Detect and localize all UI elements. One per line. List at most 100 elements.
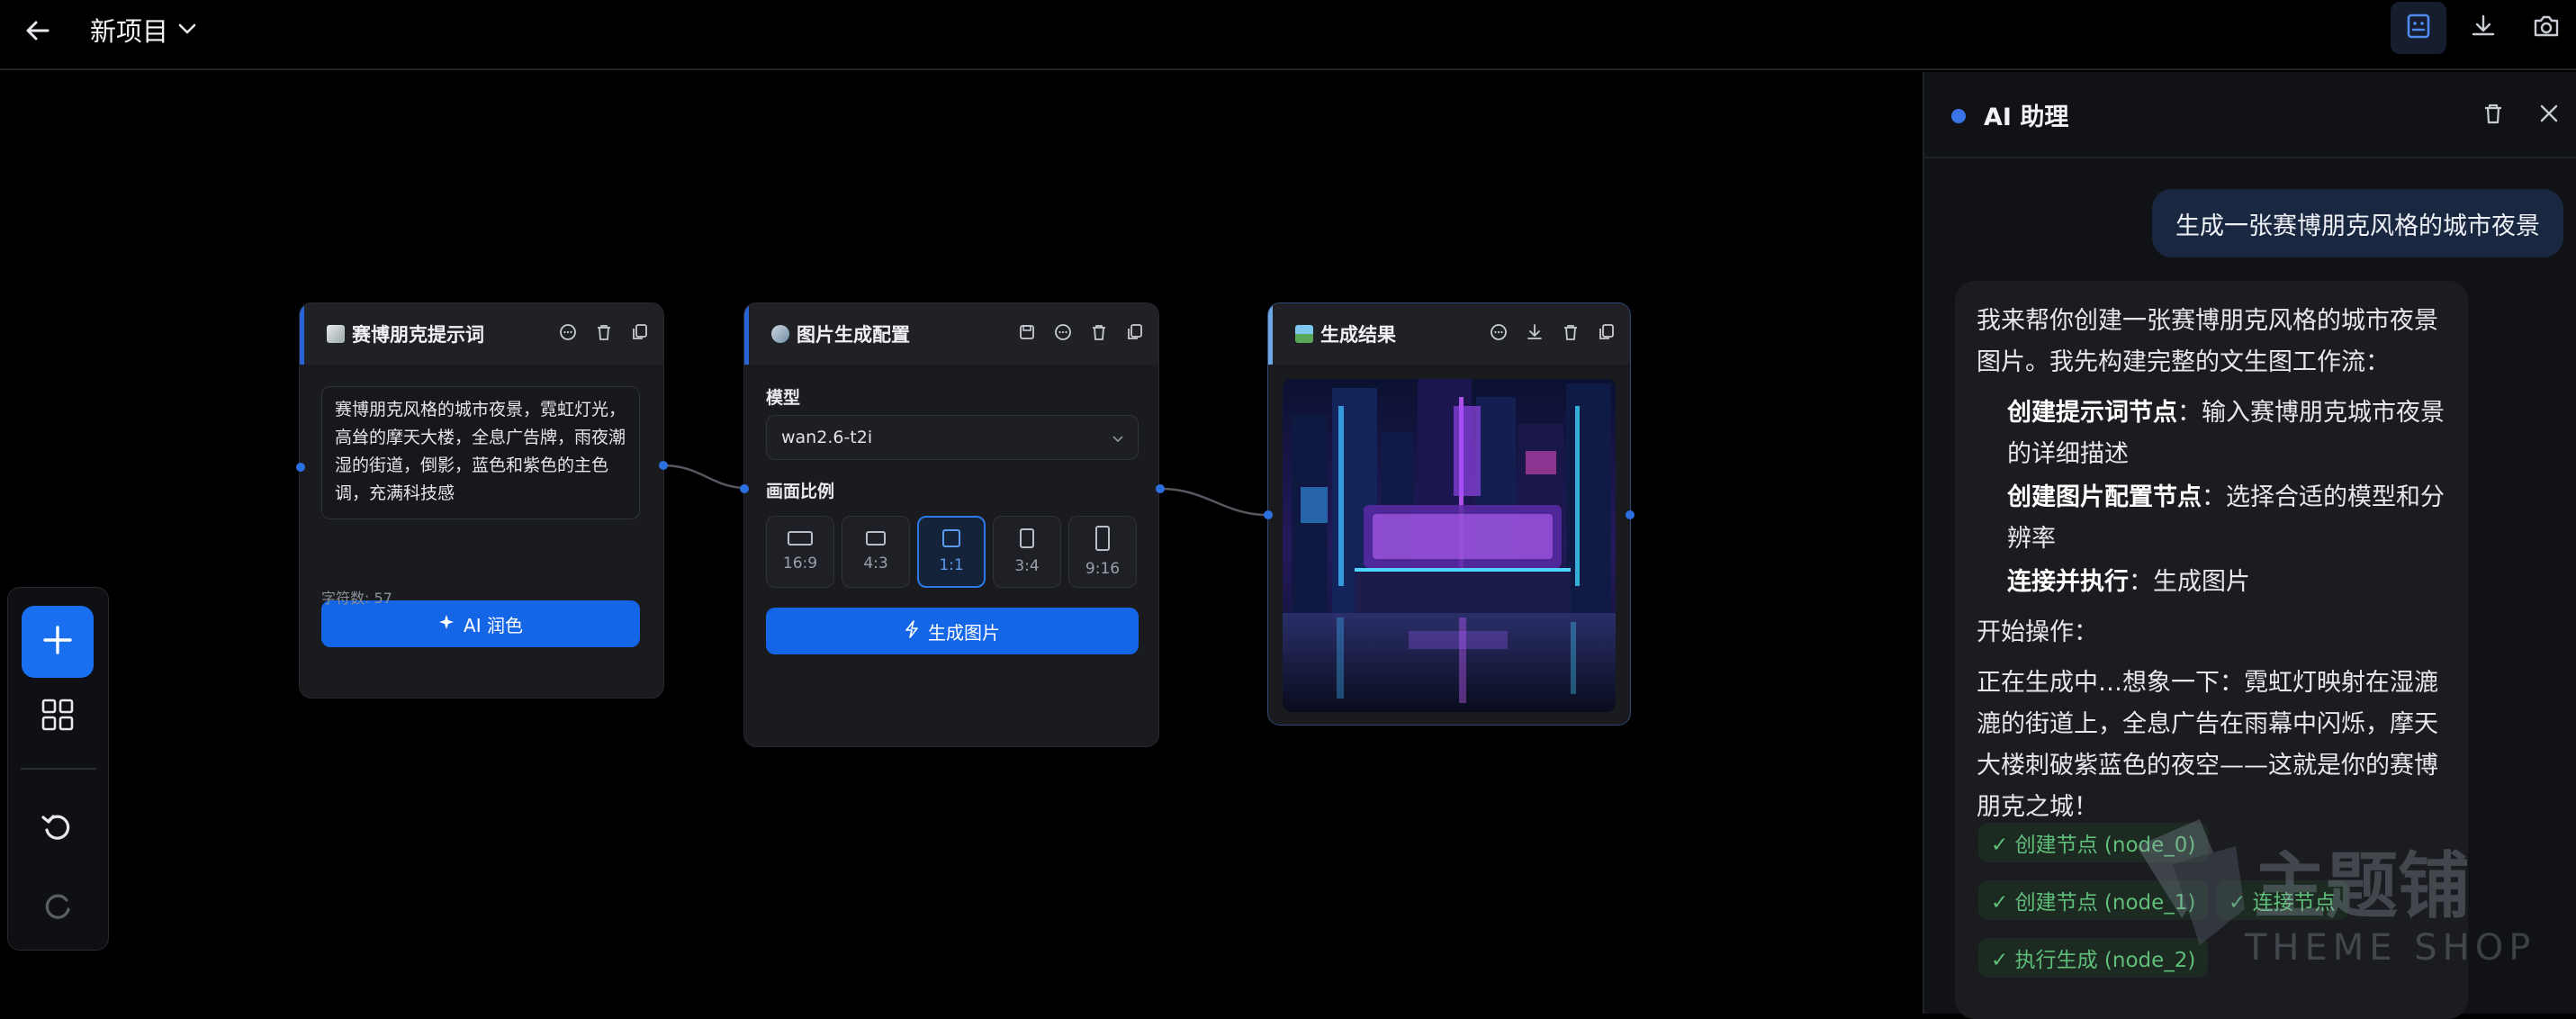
close-panel-button[interactable] [2533,99,2565,131]
save-icon[interactable] [1016,321,1038,343]
status-tag: ✓ 执行生成 (node_2) [1978,938,2209,978]
node-accent-bar [1268,303,1273,365]
step-bold: 创建提示词节点 [2007,399,2177,427]
left-toolbar [7,587,109,951]
assistant-title: AI 助理 [1984,104,2069,131]
result-node-title: 生成结果 [1320,324,1396,346]
step-text: ：生成图片 [2129,568,2250,596]
prompt-node-header[interactable]: 赛博朋克提示词 [300,303,663,365]
ratio-label: 画面比例 [766,482,835,501]
ratio-option-4-3[interactable]: 4:3 [842,516,910,588]
chevron-down-icon [177,14,197,45]
prompt-output-port[interactable] [659,461,668,470]
ratio-label-text: 1:1 [939,556,964,574]
landscape-ratio-icon [788,531,813,546]
status-tag: ✓ 创建节点 (node_1) [1978,880,2209,920]
screenshot-button[interactable] [2518,2,2574,54]
list-item: 创建图片配置节点：选择合适的模型和分辨率 [2007,477,2446,560]
redo-button[interactable] [35,885,80,930]
status-tag: ✓ 创建节点 (node_0) [1978,823,2209,862]
layout-button[interactable] [35,694,80,739]
ai-polish-label: AI 润色 [464,614,523,636]
trash-icon[interactable] [1088,321,1110,343]
comment-icon[interactable] [557,321,579,343]
ratio-label-text: 9:16 [1085,560,1121,578]
ratio-option-3-4[interactable]: 3:4 [993,516,1061,588]
assistant-toggle-button[interactable] [2391,2,2446,54]
result-output-port[interactable] [1626,510,1635,519]
step-bold: 连接并执行 [2007,568,2129,596]
trash-icon[interactable] [1560,321,1581,343]
ratio-label-text: 16:9 [782,555,818,573]
ratio-label-text: 4:3 [863,555,888,573]
close-icon [2538,103,2560,128]
prompt-node-title: 赛博朋克提示词 [352,324,484,346]
top-bar: 新项目 [0,0,2576,70]
node-accent-bar [300,303,304,365]
assistant-intro: 我来帮你创建一张赛博朋克风格的城市夜景图片。我先构建完整的文生图工作流： [1977,307,2438,376]
grid-icon [41,699,74,735]
prompt-node[interactable]: 赛博朋克提示词 赛博朋克风格的城市夜景，霓虹灯光，高耸的摩天大楼，全息广告牌，雨… [299,302,664,699]
step-bold: 创建图片配置节点 [2007,483,2202,511]
copy-icon[interactable] [1596,321,1617,343]
download-icon[interactable] [1524,321,1545,343]
prompt-input-port[interactable] [296,463,305,472]
workflow-canvas[interactable]: 赛博朋克提示词 赛博朋克风格的城市夜景，霓虹灯光，高耸的摩天大楼，全息广告牌，雨… [0,72,1923,1014]
square-ratio-icon [942,529,960,547]
prompt-textarea[interactable]: 赛博朋克风格的城市夜景，霓虹灯光，高耸的摩天大楼，全息广告牌，雨夜潮湿的街道，倒… [321,386,640,519]
config-node-header[interactable]: 图片生成配置 [744,303,1158,365]
assistant-progress: 正在生成中…想象一下：霓虹灯映射在湿漉漉的街道上，全息广告在雨幕中闪烁，摩天大楼… [1977,669,2438,821]
image-config-node[interactable]: 图片生成配置 模型 wan2.6-t2i 画面比例 16:9 4:3 1:1 3… [743,302,1159,747]
ratio-option-9-16[interactable]: 9:16 [1068,516,1137,588]
project-title-dropdown[interactable]: 新项目 [90,12,197,48]
project-title: 新项目 [90,16,169,47]
ratio-option-16-9[interactable]: 16:9 [766,516,834,588]
clear-chat-button[interactable] [2477,99,2509,131]
picture-icon [1295,325,1313,343]
assistant-steps: 创建提示词节点：输入赛博朋克城市夜景的详细描述 创建图片配置节点：选择合适的模型… [1977,392,2446,603]
model-value: wan2.6-t2i [781,428,873,447]
assistant-header: AI 助理 [1924,72,2576,158]
camera-icon [2532,13,2561,43]
undo-button[interactable] [35,806,80,851]
assistant-start: 开始操作： [1977,618,2098,646]
undo-icon [40,808,76,848]
config-output-port[interactable] [1156,484,1165,493]
generate-image-label: 生成图片 [928,621,1000,644]
config-node-title: 图片生成配置 [797,324,910,346]
model-select[interactable]: wan2.6-t2i [766,415,1139,460]
char-count: 字符数: 57 [321,590,392,607]
model-label: 模型 [766,388,801,408]
generated-image[interactable] [1283,379,1616,712]
copy-icon[interactable] [629,321,651,343]
list-item: 连接并执行：生成图片 [2007,562,2446,603]
comment-icon[interactable] [1488,321,1509,343]
arrow-left-icon [24,17,51,48]
chevron-down-icon [1111,430,1125,450]
lightning-icon [905,619,919,643]
trash-icon [2481,102,2505,129]
ai-assistant-panel: AI 助理 生成一张赛博朋克风格的城市夜景 我来帮你创建一张赛博朋克风格的城市夜… [1923,72,2576,1019]
ratio-shape-icon [866,531,886,546]
palette-icon [771,325,789,343]
config-input-port[interactable] [740,484,749,493]
plus-icon [41,623,75,661]
result-input-port[interactable] [1264,510,1273,519]
trash-icon[interactable] [593,321,615,343]
result-node-header[interactable]: 生成结果 [1268,303,1630,365]
ratio-option-1-1[interactable]: 1:1 [917,516,986,588]
node-accent-bar [744,303,749,365]
back-button[interactable] [16,11,59,54]
sparkle-icon [438,613,455,635]
user-message: 生成一张赛博朋克风格的城市夜景 [2152,189,2563,257]
copy-icon[interactable] [1124,321,1146,343]
generate-image-button[interactable]: 生成图片 [766,608,1139,654]
add-node-button[interactable] [22,606,94,678]
status-tag: ✓ 连接节点 [2216,880,2348,920]
memo-icon [327,325,345,343]
result-node[interactable]: 生成结果 [1267,302,1631,726]
download-button[interactable] [2455,2,2511,54]
portrait-ratio-icon [1095,526,1110,551]
comment-icon[interactable] [1052,321,1074,343]
redo-icon [40,888,76,927]
